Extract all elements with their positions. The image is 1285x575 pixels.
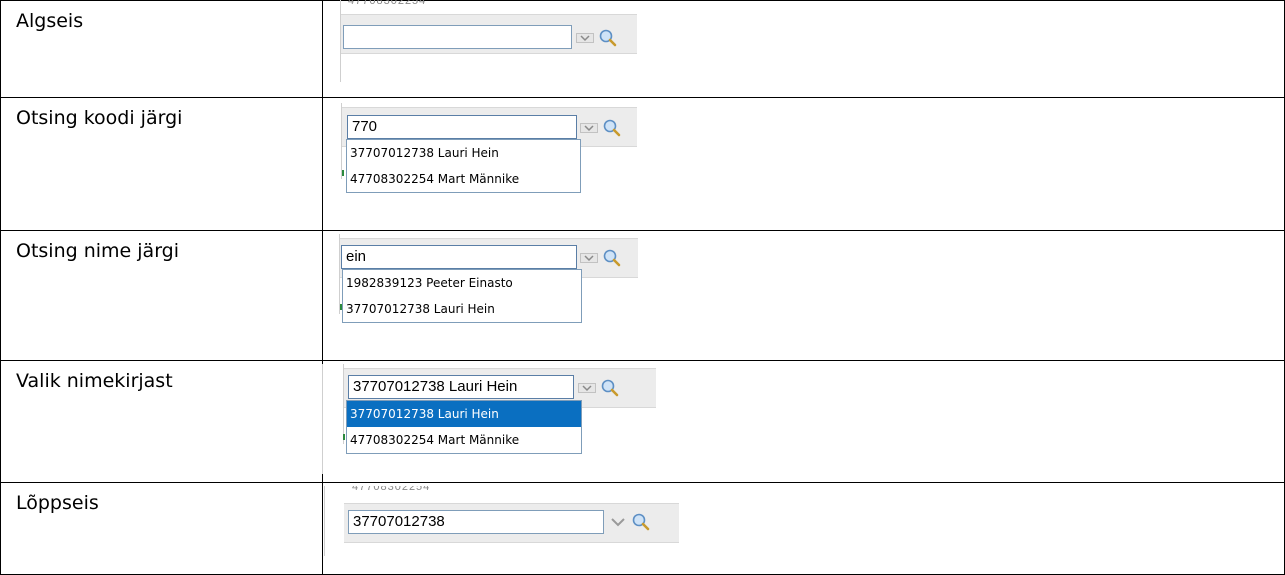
- chevron-down-icon[interactable]: [578, 381, 596, 395]
- combo-input[interactable]: [343, 25, 572, 49]
- marker: [342, 170, 344, 176]
- chevron-down-icon[interactable]: [576, 31, 594, 45]
- combo-input[interactable]: 770: [347, 115, 577, 139]
- table-row: Otsing nime järgi ein 1982839123 Peeter …: [0, 230, 1285, 360]
- comparison-table: Algseis 47708302254 Otsing koodi järgi 7…: [0, 0, 1285, 575]
- suggestion-list: 1982839123 Peeter Einasto 37707012738 La…: [342, 269, 582, 323]
- list-item[interactable]: 37707012738 Lauri Hein: [347, 140, 580, 166]
- search-icon[interactable]: [598, 28, 618, 48]
- list-item[interactable]: 47708302254 Mart Männike: [347, 166, 580, 192]
- list-item[interactable]: 37707012738 Lauri Hein: [343, 296, 581, 322]
- search-icon[interactable]: [631, 512, 651, 532]
- table-row: Otsing koodi järgi 770 37707012738 Lauri…: [0, 97, 1285, 230]
- combo-input[interactable]: ein: [341, 245, 577, 269]
- table-row: Valik nimekirjast 37707012738 Lauri Hein…: [0, 360, 1285, 482]
- search-icon[interactable]: [602, 118, 622, 138]
- row-label: Lõppseis: [16, 492, 99, 514]
- chevron-down-icon[interactable]: [580, 251, 598, 265]
- chevron-down-icon[interactable]: [580, 121, 598, 135]
- list-item[interactable]: 47708302254 Mart Männike: [347, 427, 581, 453]
- suggestion-list: 37707012738 Lauri Hein 47708302254 Mart …: [346, 139, 581, 193]
- table-row: Lõppseis 47708302254 37707012738: [0, 482, 1285, 575]
- search-icon[interactable]: [602, 248, 622, 268]
- marker: [343, 434, 345, 440]
- list-item[interactable]: 1982839123 Peeter Einasto: [343, 270, 581, 296]
- suggestion-list: 37707012738 Lauri Hein 47708302254 Mart …: [346, 400, 582, 454]
- cropped-text: 47708302254: [352, 486, 431, 492]
- table-row: Algseis 47708302254: [0, 0, 1285, 97]
- panel-edge: [324, 486, 325, 556]
- row-label: Otsing koodi järgi: [16, 107, 183, 129]
- combo-input[interactable]: 37707012738: [348, 510, 604, 534]
- row-label: Algseis: [16, 10, 84, 32]
- cropped-text: 47708302254: [348, 0, 427, 6]
- list-item-selected[interactable]: 37707012738 Lauri Hein: [347, 401, 581, 427]
- search-icon[interactable]: [600, 378, 620, 398]
- row-label: Otsing nime järgi: [16, 240, 180, 262]
- row-label: Valik nimekirjast: [16, 370, 173, 392]
- combo-input[interactable]: 37707012738 Lauri Hein: [348, 375, 574, 399]
- panel-edge: [322, 364, 323, 474]
- chevron-down-icon[interactable]: [609, 515, 627, 529]
